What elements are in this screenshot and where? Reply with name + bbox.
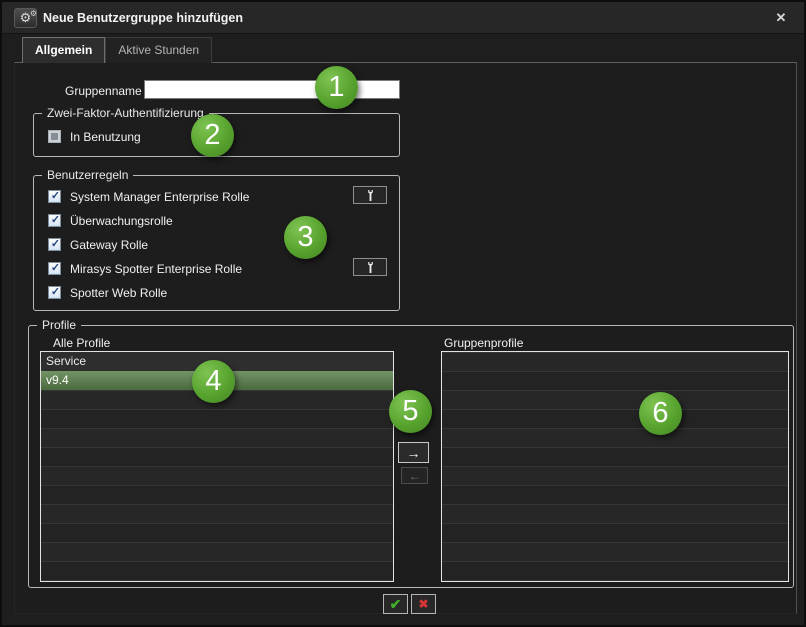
in-use-row: In Benutzung — [48, 128, 141, 145]
move-left-button-disabled[interactable]: ← — [401, 467, 428, 484]
profile-legend: Profile — [37, 318, 81, 332]
checkbox-fill — [51, 133, 58, 140]
role-label: Mirasys Spotter Enterprise Rolle — [70, 262, 242, 276]
role-row-gateway: ✓ Gateway Rolle — [48, 236, 148, 253]
role-settings-button-mirasys-spotter[interactable] — [353, 258, 387, 276]
check-icon: ✓ — [49, 238, 62, 251]
window-title: Neue Benutzergruppe hinzufügen — [43, 2, 243, 34]
role-checkbox-ueberwachung[interactable]: ✓ — [48, 214, 61, 227]
tab-content-panel: Gruppenname Zwei-Faktor-Authentifizierun… — [14, 62, 797, 614]
callout-badge-4: 4 — [192, 360, 235, 403]
in-use-checkbox[interactable] — [48, 130, 61, 143]
user-roles-legend: Benutzerregeln — [42, 168, 133, 182]
role-row-system-manager: ✓ System Manager Enterprise Rolle — [48, 188, 249, 205]
all-profiles-label: Alle Profile — [53, 336, 110, 350]
check-icon: ✔ — [390, 596, 402, 613]
group-profiles-label: Gruppenprofile — [444, 336, 523, 350]
wrench-icon — [365, 189, 376, 202]
close-icon[interactable]: ✕ — [772, 9, 790, 27]
window-gear-icon: ⚙ ⚙ — [14, 8, 37, 28]
role-checkbox-spotter-web[interactable]: ✓ — [48, 286, 61, 299]
check-icon: ✓ — [49, 214, 62, 227]
callout-badge-3: 3 — [284, 216, 327, 259]
check-icon: ✓ — [49, 286, 62, 299]
groupname-input[interactable] — [144, 80, 400, 99]
role-checkbox-mirasys-spotter[interactable]: ✓ — [48, 262, 61, 275]
callout-badge-6: 6 — [639, 392, 682, 435]
cross-icon: ✖ — [418, 597, 428, 611]
tab-strip: Allgemein Aktive Stunden — [22, 39, 212, 63]
group-profiles-list[interactable] — [441, 351, 789, 582]
callout-badge-5: 5 — [389, 390, 432, 433]
two-factor-legend: Zwei-Faktor-Authentifizierung — [42, 106, 209, 120]
tab-aktive-stunden[interactable]: Aktive Stunden — [105, 37, 212, 63]
cancel-button[interactable]: ✖ — [411, 594, 436, 614]
check-icon: ✓ — [49, 190, 62, 203]
tab-allgemein[interactable]: Allgemein — [22, 37, 105, 63]
gear-small-icon: ⚙ — [30, 5, 37, 23]
role-checkbox-gateway[interactable]: ✓ — [48, 238, 61, 251]
ok-button[interactable]: ✔ — [383, 594, 408, 614]
wrench-icon — [365, 261, 376, 274]
role-label: Gateway Rolle — [70, 238, 148, 252]
role-label: Spotter Web Rolle — [70, 286, 167, 300]
arrow-left-icon: ← — [409, 469, 421, 483]
role-label: System Manager Enterprise Rolle — [70, 190, 249, 204]
user-roles-fieldset: Benutzerregeln ✓ System Manager Enterpri… — [33, 175, 400, 311]
callout-badge-2: 2 — [191, 114, 234, 157]
check-icon: ✓ — [49, 262, 62, 275]
groupname-label: Gruppenname — [65, 84, 149, 98]
role-row-spotter-web: ✓ Spotter Web Rolle — [48, 284, 167, 301]
role-checkbox-system-manager[interactable]: ✓ — [48, 190, 61, 203]
profile-fieldset: Profile Alle Profile Gruppenprofile Serv… — [28, 325, 794, 588]
role-row-ueberwachung: ✓ Überwachungsrolle — [48, 212, 173, 229]
arrow-right-icon: → — [407, 445, 421, 461]
move-right-button[interactable]: → — [398, 442, 429, 463]
role-settings-button-system-manager[interactable] — [353, 186, 387, 204]
titlebar: ⚙ ⚙ Neue Benutzergruppe hinzufügen ✕ — [2, 2, 804, 34]
role-label: Überwachungsrolle — [70, 214, 173, 228]
dialog-window: ⚙ ⚙ Neue Benutzergruppe hinzufügen ✕ All… — [0, 0, 806, 627]
role-row-mirasys-spotter: ✓ Mirasys Spotter Enterprise Rolle — [48, 260, 242, 277]
callout-badge-1: 1 — [315, 66, 358, 109]
in-use-label: In Benutzung — [70, 130, 141, 144]
